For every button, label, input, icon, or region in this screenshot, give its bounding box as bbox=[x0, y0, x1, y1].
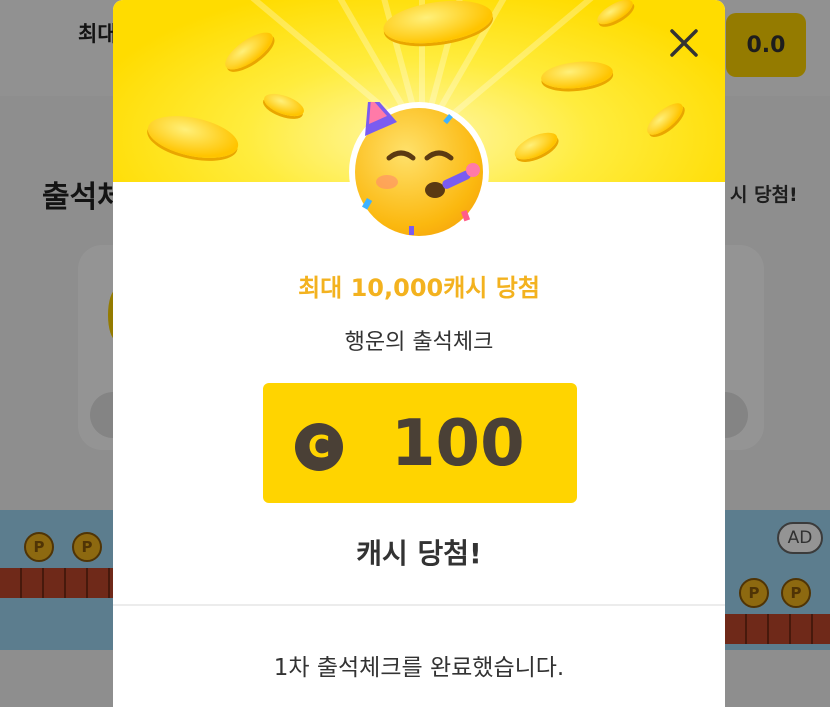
close-button[interactable] bbox=[663, 22, 705, 64]
gold-coin-icon bbox=[144, 108, 242, 166]
reward-amount: 100 bbox=[391, 407, 525, 481]
completion-message: 1차 출석체크를 완료했습니다. bbox=[273, 655, 565, 681]
party-face-icon bbox=[362, 102, 480, 235]
divider bbox=[113, 604, 725, 606]
gold-coin-icon bbox=[539, 58, 615, 92]
gold-coin-icon bbox=[219, 25, 279, 77]
headline-text: 최대 10,000캐시 당첨 bbox=[298, 274, 540, 302]
result-text: 캐시 당첨! bbox=[356, 537, 482, 570]
cash-coin-icon: C bbox=[295, 423, 343, 471]
gold-coin-icon bbox=[593, 0, 637, 29]
partying-face-emoji bbox=[349, 102, 489, 242]
gold-coin-icon bbox=[261, 89, 307, 121]
gold-coin-icon bbox=[642, 97, 688, 141]
gold-coin-icon bbox=[510, 127, 562, 165]
attendance-modal: 최대 10,000캐시 당첨 행운의 출석체크 C 100 캐시 당첨! 1차 … bbox=[113, 0, 725, 707]
reward-box: C 100 bbox=[263, 383, 577, 503]
modal-title: 행운의 출석체크 bbox=[344, 330, 494, 355]
close-icon bbox=[670, 29, 698, 57]
